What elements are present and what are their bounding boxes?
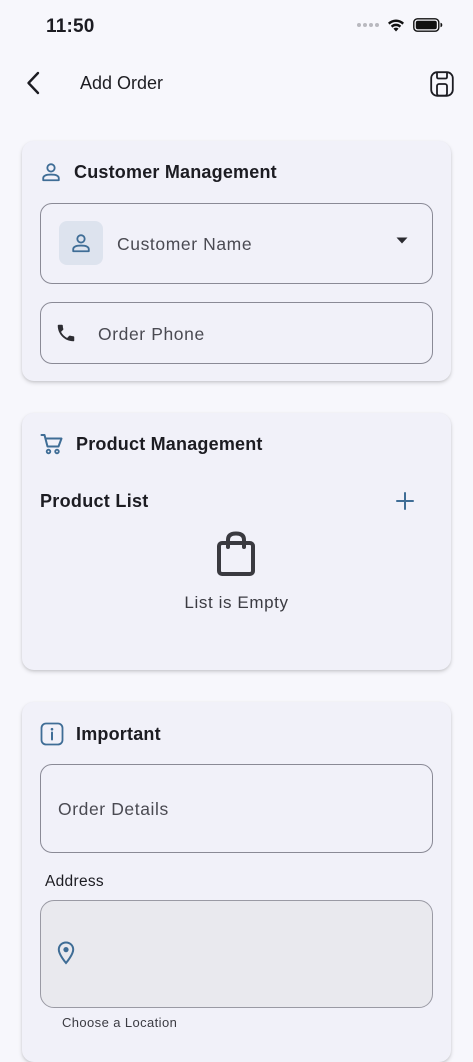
person-icon [42,163,60,182]
page-title: Add Order [80,73,164,93]
product-card-header: Product Management [40,432,263,456]
battery-icon [413,18,443,32]
cellular-signal-icon [357,23,379,27]
order-phone-field[interactable]: Order Phone [40,302,433,364]
shopping-cart-icon [40,434,63,455]
back-button[interactable] [18,68,48,98]
person-icon [72,234,90,253]
save-icon [430,71,454,97]
chevron-left-icon [27,71,40,95]
important-card: Important Order Details Address Choose a… [22,702,451,1062]
add-product-button[interactable] [393,489,417,513]
customer-name-placeholder: Customer Name [117,234,253,254]
important-card-header: Important [40,722,161,746]
customer-name-dropdown[interactable]: Customer Name [40,203,433,284]
shopping-bag-icon [217,531,255,576]
location-pin-icon [57,941,75,965]
order-details-field[interactable]: Order Details [40,764,433,853]
app-bar: Add Order [0,56,473,112]
status-time: 11:50 [46,16,95,37]
important-card-title: Important [76,723,161,744]
wifi-icon [388,19,404,32]
info-icon [40,722,64,746]
product-management-card: Product Management Product List List is … [22,413,451,670]
dropdown-arrow-icon [396,237,408,244]
phone-icon [57,324,75,342]
location-picker[interactable] [40,900,433,1008]
plus-icon [396,492,414,510]
customer-card-header: Customer Management [40,161,277,183]
status-icons [357,18,443,32]
customer-card-title: Customer Management [74,161,277,182]
choose-location-text: Choose a Location [62,1015,178,1030]
order-details-placeholder: Order Details [58,799,169,819]
customer-management-card: Customer Management Customer Name Order … [22,141,451,381]
order-phone-placeholder: Order Phone [98,324,205,344]
status-bar: 11:50 [0,0,473,54]
save-button[interactable] [427,68,457,100]
empty-list-text: List is Empty [184,593,289,612]
address-label: Address [45,873,104,890]
product-list-label: Product List [40,491,149,511]
customer-avatar [59,221,103,265]
product-card-title: Product Management [76,433,263,454]
